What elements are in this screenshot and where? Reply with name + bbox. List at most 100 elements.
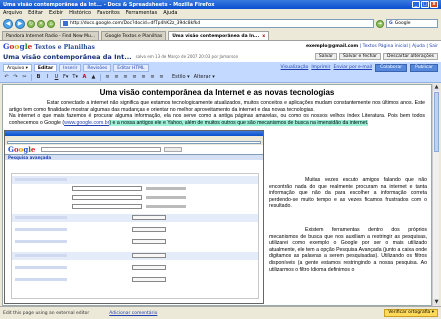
redo-icon[interactable]: ↷ [12,74,19,81]
form-label [15,254,67,257]
menu-history[interactable]: Histórico [69,10,91,16]
bulleted-list-icon[interactable]: ≡ [113,74,120,81]
email-link[interactable]: Enviar por e-mail [334,65,373,70]
forward-icon[interactable]: ▶ [15,18,25,29]
address-bar[interactable]: http://docs.google.com/Doc?docid=dfTp4hK… [60,19,374,28]
discard-changes-button[interactable]: Descartar alterações [383,53,438,60]
form-label [15,228,67,231]
menu-tools[interactable]: Ferramentas [126,10,158,16]
scroll-thumb[interactable] [434,92,439,152]
form-row [72,202,258,211]
embedded-screenshot[interactable]: Google Pesquisa avançada [4,130,264,304]
cut-icon[interactable]: ✂ [21,74,28,81]
scroll-down-icon[interactable]: ▼ [433,299,440,306]
tab-label: Pandora Internet Radio - Find New Mu... [6,33,96,39]
publish-button[interactable]: Publicar [410,63,438,72]
paragraph-search: Na internet o que mais fazemos é procura… [9,113,425,126]
text-color-icon[interactable]: A [81,74,88,81]
highlight-icon[interactable]: ▲ [90,74,97,81]
form-select [132,239,166,244]
collaborate-button[interactable]: Colaborar [375,63,408,72]
tab-revisions[interactable]: Revisões [83,63,112,72]
home-icon[interactable]: ⌂ [47,19,55,28]
reload-icon[interactable]: ↻ [27,19,35,28]
save-and-close-button[interactable]: Salvar e fechar [338,53,382,60]
form-select [132,265,166,270]
form-label [15,216,67,219]
go-icon[interactable]: ➜ [376,19,384,28]
product-name: Textos e Planilhas [34,43,95,51]
account-links[interactable]: exemplo@gmail.com | Textos Página inicia… [306,44,438,49]
undo-icon[interactable]: ↶ [3,74,10,81]
form-select [132,215,166,220]
header-links[interactable]: | Textos Página inicial | Ajuda | Sair [360,44,438,49]
screenshot-header: Google [5,145,263,154]
back-icon[interactable]: ◀ [3,18,13,29]
screenshot-search-button [164,147,183,152]
search-input[interactable]: G Google [386,19,438,28]
window-titlebar: Uma visão contemporânea da Int... - Docs… [0,0,441,9]
tab-document[interactable]: Uma visão contemporânea da In... x [168,31,270,40]
size-dropdown[interactable]: T▾ [71,74,79,81]
search-engine-icon[interactable]: G [389,21,393,26]
change-dropdown[interactable]: Alterar ▾ [193,74,216,81]
print-link[interactable]: Imprimir [311,65,330,70]
align-center-icon[interactable]: ≡ [149,74,156,81]
align-left-icon[interactable]: ≡ [140,74,147,81]
status-bar: Edit this page using an external editor … [0,306,441,319]
window-title: Uma visão contemporânea da Int... - Docs… [3,1,215,8]
document-heading: Uma visão contemporânea da Internet e as… [99,88,335,97]
google-logo[interactable]: Google Textos e Planilhas [3,42,95,51]
add-comment-link[interactable]: Adicionar comentário [109,311,157,316]
formatting-toolbar: ↶ ↷ ✂ B I U F▾ T▾ A ▲ ≡ ≡ ≡ ≡ ≡ ≡ ≡ Esti… [0,73,441,83]
address-text: http://docs.google.com/Doc?docid=dfTp4hK… [70,21,201,26]
document-title[interactable]: Uma visão contemporânea da Int... [3,53,132,61]
status-text: Edit this page using an external editor [3,310,90,316]
indent-icon[interactable]: ≡ [131,74,138,81]
menu-edit[interactable]: Editar [28,10,43,16]
favicon-icon [63,21,68,26]
preview-link[interactable]: Visualização [281,65,309,70]
align-right-icon[interactable]: ≡ [158,74,165,81]
form-label [15,266,67,269]
menu-view[interactable]: Exibir [49,10,63,16]
tab-edit-html[interactable]: Editar HTML [113,63,149,72]
editor-tabs: Arquivo ▾ Editar Inserir Revisões Editar… [0,62,441,73]
maximize-button[interactable]: □ [421,1,429,8]
spell-check-button[interactable]: Verificar ortografia ▾ [384,309,438,317]
form-label [15,278,67,281]
tab-edit[interactable]: Editar [33,63,58,72]
vertical-scrollbar[interactable]: ▲ ▼ [432,84,440,306]
tab-pandora[interactable]: Pandora Internet Radio - Find New Mu... [2,31,100,40]
italic-button[interactable]: I [44,74,51,81]
menu-help[interactable]: Ajuda [163,10,177,16]
document-header: Uma visão contemporânea da Int... salvo … [0,51,441,62]
google-link[interactable]: www.google.com.br [64,120,109,126]
form-label [15,178,67,181]
save-button[interactable]: Salvar [314,53,337,60]
file-dropdown[interactable]: Arquivo ▾ [3,63,32,72]
numbered-list-icon[interactable]: ≡ [104,74,111,81]
tab-insert[interactable]: Inserir [59,63,82,72]
minimize-button[interactable]: _ [412,1,420,8]
font-dropdown[interactable]: F▾ [62,74,69,81]
close-tab-icon[interactable]: x [262,34,265,39]
screenshot-logo: Google [8,145,36,154]
form-row [72,193,258,202]
screenshot-band: Pesquisa avançada [5,154,263,160]
tab-label: Uma visão contemporânea da In... [172,33,260,39]
user-email: exemplo@gmail.com [305,43,359,49]
outdent-icon[interactable]: ≡ [122,74,129,81]
menu-bookmarks[interactable]: Favoritos [97,10,120,16]
google-header: Google Textos e Planilhas exemplo@gmail.c… [0,41,441,51]
close-button[interactable]: x [430,1,438,8]
underline-button[interactable]: U [53,74,60,81]
tab-google-docs[interactable]: Google Textos e Planilhas [101,31,167,40]
stop-icon[interactable]: ✕ [37,19,45,28]
scroll-up-icon[interactable]: ▲ [433,84,440,91]
toolbar-divider [99,74,101,81]
menu-file[interactable]: Arquivo [3,10,22,16]
bold-button[interactable]: B [35,74,42,81]
tab-label: Google Textos e Planilhas [105,33,163,39]
style-dropdown[interactable]: Estilo ▾ [171,74,191,81]
